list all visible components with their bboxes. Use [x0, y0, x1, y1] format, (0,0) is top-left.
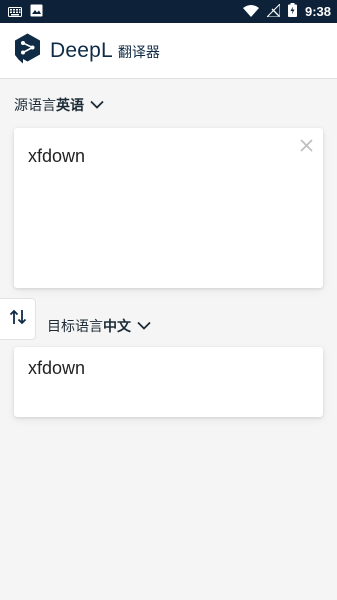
status-time: 9:38 — [304, 4, 331, 19]
chevron-down-icon — [131, 318, 151, 334]
chevron-down-icon — [84, 97, 104, 113]
translation-output-text: xfdown — [28, 358, 86, 378]
target-language-name: 中文 — [103, 319, 131, 335]
source-text-card: xfdown — [14, 128, 323, 288]
keyboard-icon — [8, 2, 22, 21]
swap-languages-button[interactable] — [0, 298, 36, 340]
image-icon — [30, 2, 43, 21]
target-language-prefix: 目标语言 — [47, 319, 103, 335]
brand-suffix: 翻译器 — [117, 44, 160, 61]
source-language-prefix: 源语言 — [14, 98, 56, 114]
brand-name: DeepL — [50, 38, 113, 62]
app-header: DeepL 翻译器 — [0, 23, 337, 79]
source-language-selector[interactable]: 源语言 英语 — [14, 95, 104, 115]
status-left — [8, 2, 43, 21]
swap-icon — [9, 309, 27, 329]
battery-charging-icon — [287, 2, 297, 21]
translation-output-card: xfdown — [14, 347, 323, 417]
status-right: 9:38 — [242, 2, 331, 21]
target-language-selector[interactable]: 目标语言 中文 — [47, 316, 151, 336]
clear-icon[interactable] — [300, 137, 313, 156]
source-text-input[interactable]: xfdown — [28, 146, 85, 167]
status-bar: 9:38 — [0, 0, 337, 23]
deepl-logo-icon — [14, 33, 41, 68]
wifi-icon — [242, 2, 259, 21]
no-signal-icon — [265, 2, 281, 21]
source-language-name: 英语 — [56, 98, 84, 114]
